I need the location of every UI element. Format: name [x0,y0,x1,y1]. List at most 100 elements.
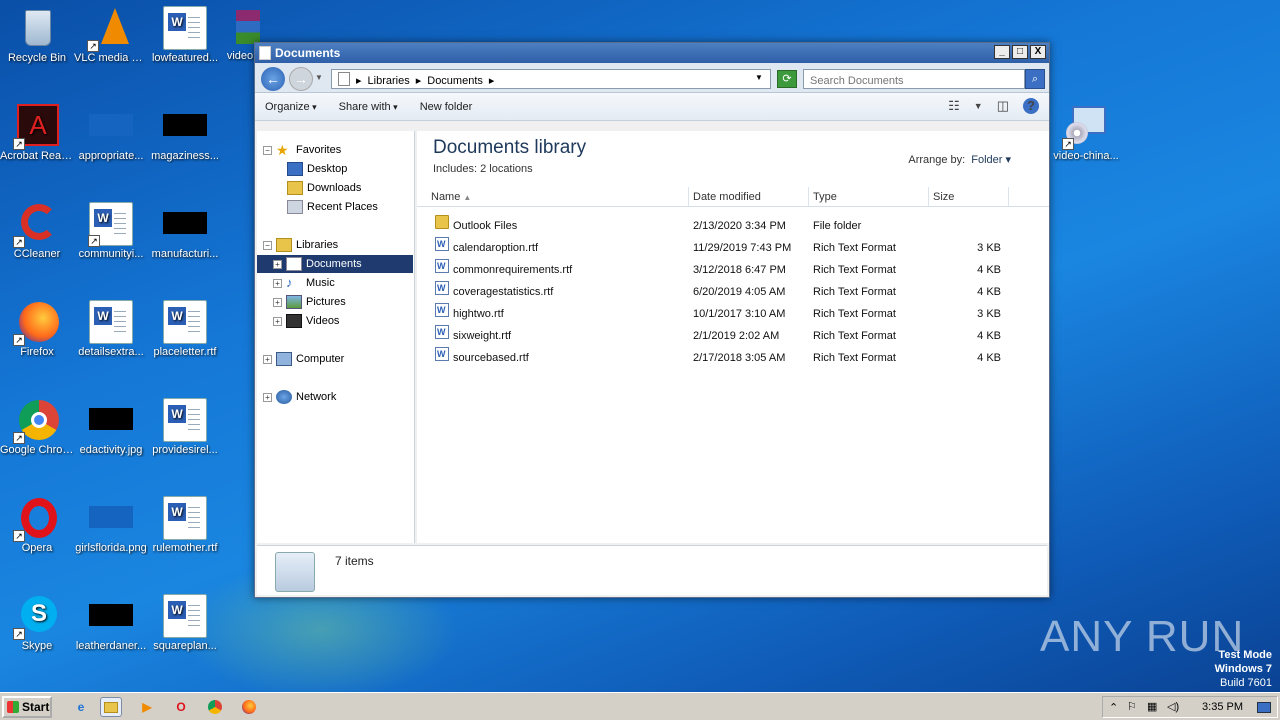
maximize-button[interactable]: □ [1012,45,1028,59]
tree-item-videos[interactable]: + Videos [273,312,339,330]
library-includes[interactable]: Includes: 2 locations [433,163,533,175]
desktop-icon-detailsextra[interactable]: detailsextra... [74,300,148,359]
tree-item-network[interactable]: + Network [263,388,336,406]
expand-toggle[interactable]: + [273,316,282,326]
file-row[interactable]: sourcebased.rtf 2/17/2018 3:05 AM Rich T… [433,343,1033,369]
action-center-flag-icon[interactable]: ⚐ [1127,700,1137,713]
desktop-icon-acrobat[interactable]: A↗ Acrobat Reader DC [0,104,74,163]
address-history-dropdown[interactable]: ▼ [755,73,763,82]
expand-toggle[interactable]: + [263,354,272,364]
desktop-icon-providesirel[interactable]: providesirel... [148,398,222,457]
refresh-button[interactable]: ⟳ [777,70,797,88]
file-row[interactable]: sixweight.rtf 2/1/2019 2:02 AM Rich Text… [433,321,1033,347]
desktop-icon-girlsflorida[interactable]: girlsflorida.png [74,496,148,555]
collapse-toggle[interactable]: − [263,240,272,250]
file-row[interactable]: coveragestatistics.rtf 6/20/2019 4:05 AM… [433,277,1033,303]
column-size[interactable]: Size [929,187,1009,207]
desktop-icon-leatherdaner[interactable]: leatherdaner... [74,594,148,653]
tree-item-music[interactable]: + ♪ Music [273,274,335,292]
file-name: commonrequirements.rtf [453,264,573,276]
file-row[interactable]: hightwo.rtf 10/1/2017 3:10 AM Rich Text … [433,299,1033,325]
desktop-icon-vlc[interactable]: ↗ VLC media player [74,6,148,65]
show-hidden-icons-icon[interactable]: ⌃ [1109,701,1118,714]
change-view-icon[interactable]: ☷ [948,98,960,114]
file-name: sixweight.rtf [453,330,512,342]
breadcrumb-libraries[interactable]: Libraries [368,75,410,87]
desktop-icon-ccleaner[interactable]: ↗ CCleaner [0,202,74,261]
column-type[interactable]: Type [809,187,929,207]
file-row[interactable]: Outlook Files 2/13/2020 3:34 PM File fol… [433,215,1033,237]
desktop-icon-video-china[interactable]: ↗ video-china... [1048,104,1124,163]
file-row[interactable]: commonrequirements.rtf 3/12/2018 6:47 PM… [433,255,1033,281]
desktop-icon-edactivity[interactable]: edactivity.jpg [74,398,148,457]
title-bar[interactable]: Documents _ □ X [255,43,1049,63]
new-folder-button[interactable]: New folder [420,101,473,113]
recent-pages-dropdown[interactable]: ▼ [315,73,323,82]
collapse-toggle[interactable]: − [263,145,272,155]
organize-button[interactable]: Organize [265,101,317,113]
firefox-taskbar-icon[interactable] [238,697,260,717]
search-icon[interactable]: ⌕ [1025,69,1045,89]
desktop-icon-recycle-bin[interactable]: Recycle Bin [0,6,74,65]
file-row[interactable]: calendaroption.rtf 11/29/2019 7:43 PM Ri… [433,233,1033,259]
desktop-icon-video[interactable]: video [222,6,260,63]
network-tray-icon[interactable]: ▦ [1147,700,1157,713]
media-player-icon[interactable]: ▶ [136,697,158,717]
desktop-icon-magaziness[interactable]: magaziness... [148,104,222,163]
library-title: Documents library [433,137,587,158]
help-icon[interactable]: ? [1023,98,1039,114]
desktop-icon-firefox[interactable]: ↗ Firefox [0,300,74,359]
share-with-button[interactable]: Share with [339,101,398,113]
show-desktop-icon[interactable] [1257,702,1271,713]
desktop-icon-squareplan[interactable]: squareplan... [148,594,222,653]
file-date: 11/29/2019 7:43 PM [693,242,792,254]
videos-icon [286,314,302,328]
breadcrumb-separator[interactable]: ▸ [356,74,362,87]
internet-explorer-icon[interactable]: e [70,697,92,717]
view-options-dropdown[interactable]: ▼ [974,101,983,111]
clock[interactable]: 3:35 PM [1202,701,1243,713]
tree-item-libraries[interactable]: − Libraries [263,236,338,254]
close-button[interactable]: X [1030,45,1046,59]
test-mode-watermark: Test Mode Windows 7 Build 7601 [1215,648,1272,690]
minimize-button[interactable]: _ [994,45,1010,59]
tree-item-computer[interactable]: + Computer [263,350,344,368]
tree-item-desktop[interactable]: Desktop [287,160,347,178]
breadcrumb-separator[interactable]: ▸ [489,74,495,87]
forward-button[interactable]: → [289,67,313,91]
desktop-icon-opera[interactable]: ↗ Opera [0,496,74,555]
breadcrumb-documents[interactable]: Documents [427,75,483,87]
tree-item-downloads[interactable]: Downloads [287,179,361,197]
tree-item-pictures[interactable]: + Pictures [273,293,346,311]
file-thumbnail-icon [89,594,133,638]
arrange-by-dropdown[interactable]: Folder ▾ [971,154,1011,166]
desktop-icon-appropriate[interactable]: appropriate... [74,104,148,163]
desktop-icon-manufacturi[interactable]: manufacturi... [148,202,222,261]
search-input[interactable] [803,69,1025,89]
address-bar[interactable]: ▸ Libraries ▸ Documents ▸ [331,69,771,89]
tree-item-documents[interactable]: + Documents [257,255,413,273]
desktop-icon-communityi[interactable]: ↗ communityi... [74,202,148,261]
column-name[interactable]: Name ▲ [417,187,689,207]
back-button[interactable]: ← [261,67,285,91]
preview-pane-icon[interactable]: ◫ [997,98,1009,114]
desktop-icon-chrome[interactable]: ↗ Google Chrome [0,398,74,457]
start-button[interactable]: Start [2,696,52,718]
opera-taskbar-icon[interactable]: O [170,697,192,717]
desktop-icon-lowfeatured[interactable]: lowfeatured... [148,6,222,65]
explorer-taskbar-icon[interactable] [100,697,122,717]
breadcrumb-separator[interactable]: ▸ [416,74,422,87]
tree-item-favorites[interactable]: − ★ Favorites [263,141,341,159]
desktop-icon-rulemother[interactable]: rulemother.rtf [148,496,222,555]
expand-toggle[interactable]: + [273,278,282,288]
column-date-modified[interactable]: Date modified [689,187,809,207]
desktop-icon-placeletter[interactable]: placeletter.rtf [148,300,222,359]
expand-toggle[interactable]: + [273,297,282,307]
tree-label: Documents [306,258,362,270]
chrome-taskbar-icon[interactable] [204,697,226,717]
volume-icon[interactable]: ◁) [1167,700,1179,713]
expand-toggle[interactable]: + [273,259,282,269]
desktop-icon-skype[interactable]: S ↗ Skype [0,594,74,653]
tree-item-recent-places[interactable]: Recent Places [287,198,378,216]
expand-toggle[interactable]: + [263,392,272,402]
